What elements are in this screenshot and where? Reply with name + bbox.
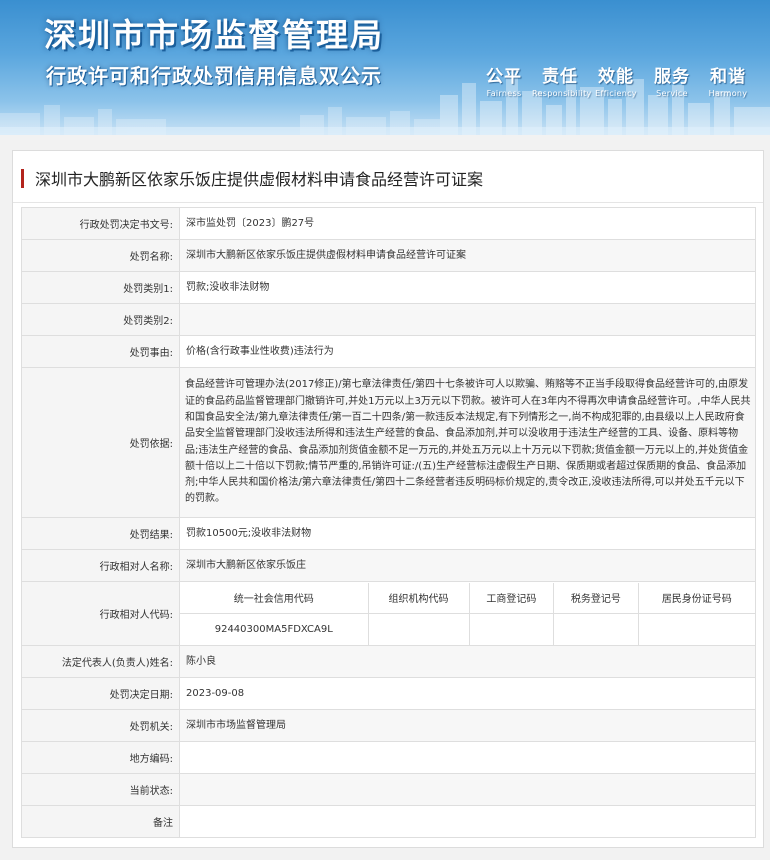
banner-values: 公平 Fairness 责任 Responsibility 效能 Efficie… — [476, 62, 756, 98]
table-row: 处罚事由: 价格(含行政事业性收费)违法行为 — [21, 335, 756, 368]
banner-subtitle: 行政许可和行政处罚信用信息双公示 — [46, 64, 382, 88]
table-row: 备注 — [21, 805, 756, 838]
field-label: 行政相对人名称: — [21, 549, 180, 582]
table-row: 处罚类别1: 罚款;没收非法财物 — [21, 271, 756, 304]
value-label-en: Fairness — [486, 89, 522, 98]
field-label: 法定代表人(负责人)姓名: — [21, 645, 180, 678]
field-value-decision-no: 深市监处罚〔2023〕鹏27号 — [179, 207, 756, 240]
table-row: 处罚类别2: — [21, 303, 756, 336]
value-label-en: Service — [656, 89, 688, 98]
detail-panel: 深圳市大鹏新区依家乐饭庄提供虚假材料申请食品经营许可证案 行政处罚决定书文号: … — [12, 150, 764, 848]
table-row: 行政相对人代码: 统一社会信用代码 组织机构代码 工商登记码 税务登记号 居民身… — [21, 581, 756, 646]
table-row: 处罚结果: 罚款10500元;没收非法财物 — [21, 517, 756, 550]
field-value-area-code — [179, 741, 756, 774]
field-value-authority: 深圳市市场监督管理局 — [179, 709, 756, 742]
table-row: 地方编码: — [21, 741, 756, 774]
field-value-result: 罚款10500元;没收非法财物 — [179, 517, 756, 550]
table-row: 处罚决定日期: 2023-09-08 — [21, 677, 756, 710]
table-row: 行政相对人名称: 深圳市大鹏新区依家乐饭庄 — [21, 549, 756, 582]
field-label: 处罚决定日期: — [21, 677, 180, 710]
field-value-basis: 食品经营许可管理办法(2017修正)/第七章法律责任/第四十七条被许可人以欺骗、… — [179, 367, 756, 518]
value-label: 公平 — [486, 67, 522, 87]
party-code-table: 统一社会信用代码 组织机构代码 工商登记码 税务登记号 居民身份证号码 9244… — [180, 582, 755, 645]
value-fairness: 公平 Fairness — [476, 62, 532, 98]
field-label: 备注 — [21, 805, 180, 838]
field-value-category1: 罚款;没收非法财物 — [179, 271, 756, 304]
accent-bar — [21, 169, 24, 188]
party-code-cell: 统一社会信用代码 组织机构代码 工商登记码 税务登记号 居民身份证号码 9244… — [179, 581, 756, 646]
code-header-row: 统一社会信用代码 组织机构代码 工商登记码 税务登记号 居民身份证号码 — [180, 582, 755, 614]
field-label: 处罚名称: — [21, 239, 180, 272]
value-label-en: Efficiency — [595, 89, 637, 98]
penalty-info-table: 行政处罚决定书文号: 深市监处罚〔2023〕鹏27号 处罚名称: 深圳市大鹏新区… — [21, 207, 756, 838]
banner-title: 深圳市市场监督管理局 — [44, 16, 385, 54]
tax-reg-value — [553, 613, 639, 645]
code-value-row: 92440300MA5FDXCA9L — [180, 613, 755, 645]
field-value-decision-date: 2023-09-08 — [179, 677, 756, 710]
value-efficiency: 效能 Efficiency — [588, 62, 644, 98]
field-value-party-name: 深圳市大鹏新区依家乐饭庄 — [179, 549, 756, 582]
field-label: 行政相对人代码: — [21, 581, 180, 646]
code-header: 组织机构代码 — [367, 582, 470, 614]
table-row: 当前状态: — [21, 773, 756, 806]
code-header: 居民身份证号码 — [637, 582, 755, 614]
field-value-remark — [179, 805, 756, 838]
table-row: 处罚机关: 深圳市市场监督管理局 — [21, 709, 756, 742]
field-label: 地方编码: — [21, 741, 180, 774]
field-label: 行政处罚决定书文号: — [21, 207, 180, 240]
field-value-case-name: 深圳市大鹏新区依家乐饭庄提供虚假材料申请食品经营许可证案 — [179, 239, 756, 272]
id-card-value — [637, 613, 755, 645]
field-value-status — [179, 773, 756, 806]
value-label: 责任 — [542, 67, 578, 87]
field-label: 处罚结果: — [21, 517, 180, 550]
credit-code-value: 92440300MA5FDXCA9L — [214, 623, 333, 635]
table-row: 处罚名称: 深圳市大鹏新区依家乐饭庄提供虚假材料申请食品经营许可证案 — [21, 239, 756, 272]
org-code-value — [367, 613, 470, 645]
value-label: 服务 — [654, 67, 690, 87]
field-label: 处罚类别2: — [21, 303, 180, 336]
field-label: 当前状态: — [21, 773, 180, 806]
value-service: 服务 Service — [644, 62, 700, 98]
value-label: 和谐 — [710, 67, 746, 87]
field-value-legal-rep: 陈小良 — [179, 645, 756, 678]
site-banner: 深圳市市场监督管理局 行政许可和行政处罚信用信息双公示 公平 Fairness … — [0, 0, 770, 135]
business-reg-value — [468, 613, 554, 645]
value-label-en: Responsibility — [532, 89, 592, 98]
field-label: 处罚机关: — [21, 709, 180, 742]
field-value-reason: 价格(含行政事业性收费)违法行为 — [179, 335, 756, 368]
field-label: 处罚类别1: — [21, 271, 180, 304]
code-header: 税务登记号 — [553, 582, 639, 614]
value-label-en: Harmony — [708, 89, 748, 98]
page-title: 深圳市大鹏新区依家乐饭庄提供虚假材料申请食品经营许可证案 — [35, 170, 484, 189]
field-label: 处罚事由: — [21, 335, 180, 368]
panel-header: 深圳市大鹏新区依家乐饭庄提供虚假材料申请食品经营许可证案 — [13, 151, 763, 203]
value-label: 效能 — [598, 67, 634, 87]
value-responsibility: 责任 Responsibility — [532, 62, 592, 98]
field-label: 处罚依据: — [21, 367, 180, 518]
table-row: 法定代表人(负责人)姓名: 陈小良 — [21, 645, 756, 678]
value-harmony: 和谐 Harmony — [700, 62, 756, 98]
table-row: 行政处罚决定书文号: 深市监处罚〔2023〕鹏27号 — [21, 207, 756, 240]
table-row: 处罚依据: 食品经营许可管理办法(2017修正)/第七章法律责任/第四十七条被许… — [21, 367, 756, 518]
code-header: 工商登记码 — [468, 582, 554, 614]
field-value-category2 — [179, 303, 756, 336]
code-header: 统一社会信用代码 — [180, 582, 368, 614]
